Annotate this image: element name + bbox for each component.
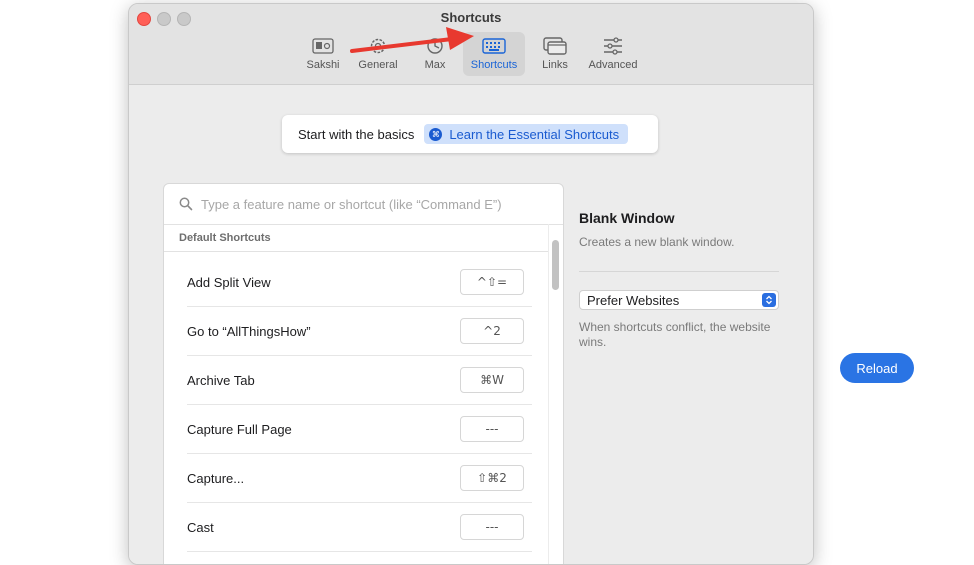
shortcut-key[interactable]: ^⇧= [460, 269, 524, 295]
learn-shortcuts-button[interactable]: ⌘ Learn the Essential Shortcuts [424, 124, 629, 144]
tab-label: Links [542, 59, 568, 71]
shortcut-name: Add Split View [187, 274, 271, 290]
conflict-note: When shortcuts conflict, the website win… [579, 320, 771, 349]
command-icon: ⌘ [429, 127, 443, 141]
tab-label: General [358, 59, 398, 71]
scroll-track [548, 224, 549, 564]
shortcut-name: Go to “AllThingsHow” [187, 323, 311, 339]
shortcut-name: Archive Tab [187, 372, 255, 388]
tab-label: Max [424, 59, 446, 71]
shortcut-key[interactable]: ^2 [460, 318, 524, 344]
basics-text: Start with the basics [298, 126, 415, 142]
tab-advanced[interactable]: Advanced [585, 32, 641, 76]
preferences-window: Shortcuts Sakshi General Max Shortcuts L… [128, 3, 814, 565]
shortcut-row[interactable]: Cast --- [187, 503, 532, 552]
shortcut-row[interactable]: Archive Tab ⌘W [187, 356, 532, 405]
shortcut-row[interactable]: Capture... ⇧⌘2 [187, 454, 532, 503]
basics-banner: Start with the basics ⌘ Learn the Essent… [282, 115, 658, 153]
scrollbar-thumb[interactable] [552, 240, 559, 290]
select-value: Prefer Websites [587, 292, 680, 308]
shortcut-list: Add Split View ^⇧= Go to “AllThingsHow” … [187, 258, 532, 552]
gear-icon [365, 36, 391, 56]
shortcut-key[interactable]: --- [460, 514, 524, 540]
shortcut-key[interactable]: ⇧⌘2 [460, 465, 524, 491]
shortcut-name: Capture Full Page [187, 421, 292, 437]
detail-description: Creates a new blank window. [579, 235, 735, 249]
keyboard-icon [481, 36, 507, 56]
search-input[interactable] [199, 195, 543, 213]
divider [164, 251, 548, 252]
max-icon [422, 36, 448, 56]
shortcut-name: Cast [187, 519, 214, 535]
title-bar: Shortcuts Sakshi General Max Shortcuts L… [129, 4, 813, 85]
tab-label: Sakshi [306, 59, 340, 71]
section-header: Default Shortcuts [179, 232, 271, 244]
shortcut-name: Capture... [187, 470, 245, 486]
divider [579, 271, 779, 272]
window-title: Shortcuts [440, 10, 502, 25]
shortcut-row[interactable]: Capture Full Page --- [187, 405, 532, 454]
sliders-icon [600, 36, 626, 56]
tab-shortcuts[interactable]: Shortcuts [463, 32, 525, 76]
tab-general[interactable]: General [353, 32, 403, 76]
tab-label: Shortcuts [470, 59, 518, 71]
shortcut-list-panel: Default Shortcuts Add Split View ^⇧= Go … [163, 183, 564, 564]
tab-label: Advanced [588, 59, 638, 71]
conflict-preference-select[interactable]: Prefer Websites [579, 290, 779, 310]
chevron-updown-icon [762, 293, 776, 307]
shortcut-row[interactable]: Add Split View ^⇧= [187, 258, 532, 307]
learn-shortcuts-label: Learn the Essential Shortcuts [449, 126, 620, 142]
shortcut-key[interactable]: --- [460, 416, 524, 442]
search-icon [179, 197, 193, 211]
links-window-icon [542, 36, 568, 56]
reload-button[interactable]: Reload [840, 353, 914, 383]
shortcut-row[interactable]: Go to “AllThingsHow” ^2 [187, 307, 532, 356]
detail-title: Blank Window [579, 210, 675, 226]
tab-links[interactable]: Links [533, 32, 577, 76]
search-bar [164, 184, 563, 225]
profile-card-icon [310, 36, 336, 56]
shortcut-key[interactable]: ⌘W [460, 367, 524, 393]
shortcuts-pane: Start with the basics ⌘ Learn the Essent… [129, 85, 813, 564]
tab-sakshi[interactable]: Sakshi [301, 32, 345, 76]
tab-max[interactable]: Max [413, 32, 457, 76]
